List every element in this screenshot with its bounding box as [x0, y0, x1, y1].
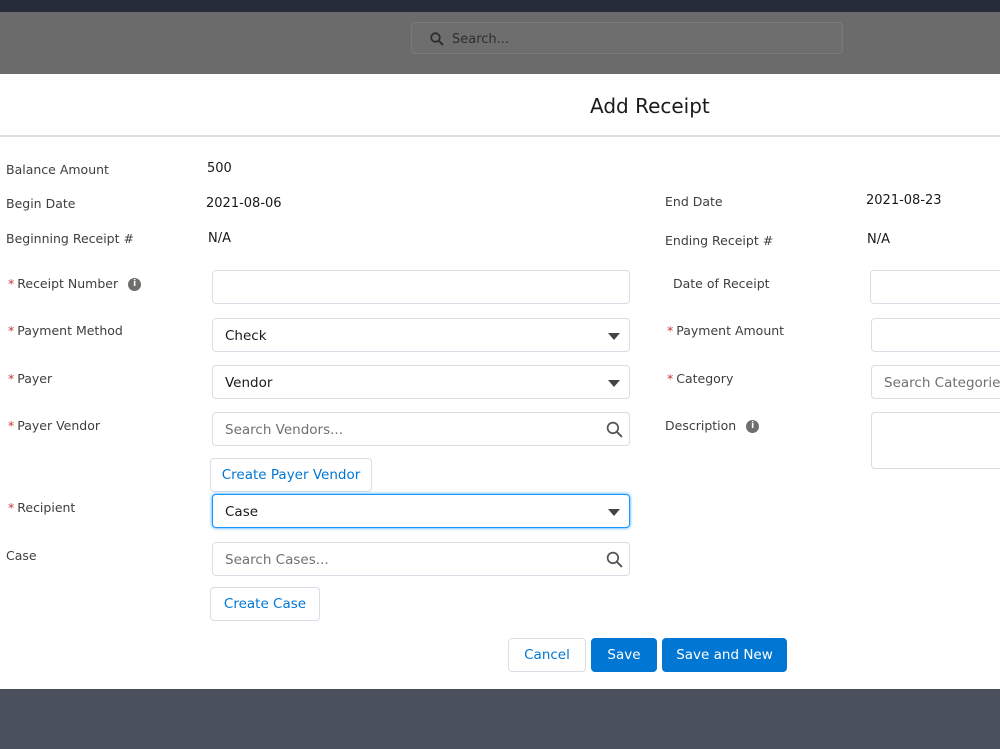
begin-date-label: Begin Date [6, 196, 76, 211]
case-input[interactable]: Search Cases... [212, 542, 630, 576]
payment-amount-label: * Payment Amount [667, 323, 785, 338]
ending-receipt-label: Ending Receipt # [665, 233, 774, 248]
receipt-number-input[interactable] [212, 270, 630, 304]
category-input[interactable]: Search Categories... [871, 365, 1000, 399]
modal-header: Add Receipt [0, 74, 1000, 137]
top-bar [0, 0, 1000, 12]
recipient-select[interactable]: Case [212, 494, 630, 528]
create-payer-vendor-button[interactable]: Create Payer Vendor [210, 458, 372, 492]
save-button[interactable]: Save [591, 638, 657, 672]
modal-title: Add Receipt [590, 94, 710, 118]
payer-vendor-label: * Payer Vendor [8, 418, 101, 433]
date-of-receipt-input[interactable] [870, 270, 1000, 304]
search-icon [606, 421, 623, 438]
info-icon[interactable]: i [128, 278, 142, 291]
global-search-input[interactable]: Search... [411, 22, 843, 54]
payer-vendor-input[interactable]: Search Vendors... [212, 412, 630, 446]
search-icon [430, 32, 444, 46]
ending-receipt-value: N/A [867, 232, 890, 247]
begin-date-value: 2021-08-06 [206, 196, 282, 211]
global-search-placeholder: Search... [452, 32, 510, 47]
payer-label: * Payer [8, 371, 53, 386]
payment-amount-input[interactable] [871, 318, 1000, 352]
date-of-receipt-label: Date of Receipt [673, 276, 770, 291]
beginning-receipt-label: Beginning Receipt # [6, 231, 134, 246]
beginning-receipt-value: N/A [208, 231, 231, 246]
receipt-number-label: * Receipt Number i [8, 276, 142, 291]
payment-method-label: * Payment Method [8, 323, 123, 338]
save-and-new-button[interactable]: Save and New [662, 638, 787, 672]
balance-label: Balance Amount [6, 162, 109, 177]
chevron-down-icon [608, 333, 620, 340]
search-icon [606, 551, 623, 568]
description-label: Description i [665, 418, 760, 433]
end-date-label: End Date [665, 194, 723, 209]
chevron-down-icon [608, 509, 620, 516]
payer-select[interactable]: Vendor [212, 365, 630, 399]
info-icon[interactable]: i [746, 420, 760, 433]
category-label: * Category [667, 371, 734, 386]
description-textarea[interactable] [871, 412, 1000, 469]
end-date-value: 2021-08-23 [866, 193, 942, 208]
chevron-down-icon [608, 380, 620, 387]
recipient-label: * Recipient [8, 500, 76, 515]
balance-value: 500 [207, 161, 232, 176]
cancel-button[interactable]: Cancel [508, 638, 586, 672]
payment-method-select[interactable]: Check [212, 318, 630, 352]
case-label: Case [6, 548, 37, 563]
create-case-button[interactable]: Create Case [210, 587, 320, 621]
add-receipt-modal: Add Receipt Balance Amount 500 Begin Dat… [0, 74, 1000, 689]
